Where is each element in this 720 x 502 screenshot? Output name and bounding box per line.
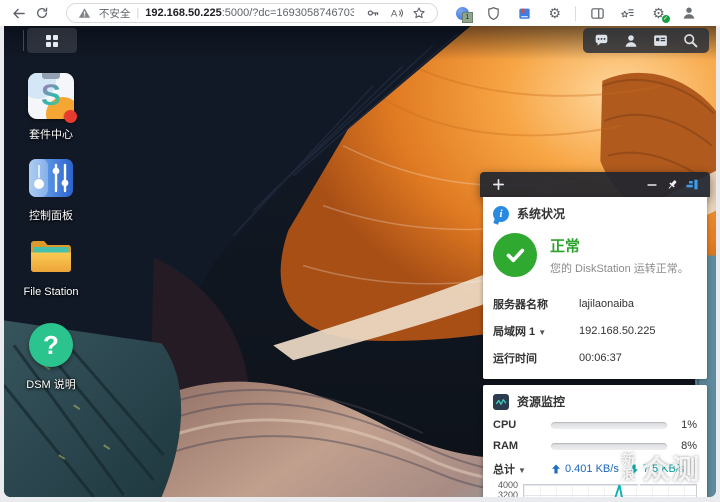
widgets-icon[interactable] [650, 31, 672, 51]
read-aloud-icon[interactable]: A [387, 5, 405, 21]
back-button[interactable] [6, 2, 30, 24]
upload-value: 0.401 KB/s [565, 463, 619, 475]
uptime-row: 运行时间 00:06:37 [493, 351, 622, 365]
url-path: :5000/?dc=1693058746703 [221, 7, 355, 19]
icon-label: 控制面板 [29, 210, 73, 222]
notification-badge [64, 110, 77, 123]
browser-toolbar: 不安全 | 192.168.50.225:5000/?dc=1693058746… [0, 0, 720, 26]
upload-arrow-icon [552, 464, 560, 474]
widget-panel-header [480, 172, 710, 197]
svg-text:A: A [390, 9, 397, 20]
dsm-desktop: S 套件中心 控制面板 File Station ? DSM 说明 i 系统状况… [4, 26, 716, 497]
favorite-star-icon[interactable] [410, 5, 428, 21]
system-health-title: 系统状况 [517, 207, 566, 221]
cpu-percent: 1% [681, 419, 697, 431]
browser-viewport-frame: S 套件中心 控制面板 File Station ? DSM 说明 i 系统状况… [0, 26, 720, 502]
icon-label: File Station [23, 286, 79, 298]
taskbar-divider [23, 30, 24, 51]
search-icon[interactable] [679, 31, 701, 51]
cpu-row: CPU 1% [493, 419, 697, 431]
password-key-icon[interactable] [364, 5, 382, 21]
resource-monitor-title: 资源监控 [517, 395, 566, 409]
desktop-icon-control-panel[interactable]: 控制面板 [12, 154, 90, 223]
profile-avatar[interactable] [679, 3, 699, 23]
lan-row: 局域网 1 ▼ 192.168.50.225 [493, 323, 656, 339]
desktop-icon-package-center[interactable]: S 套件中心 [12, 72, 90, 142]
browser-sync-icon[interactable]: ⚙ ✓ [649, 3, 670, 23]
not-secure-icon [76, 5, 94, 21]
add-widget-button[interactable] [488, 175, 508, 195]
chart-y-axis: 40003200240016008000 [497, 480, 518, 498]
screen: 不安全 | 192.168.50.225:5000/?dc=1693058746… [0, 0, 720, 502]
lan-dropdown[interactable]: 局域网 1 ▼ [493, 323, 579, 339]
desktop-icon-file-station[interactable]: File Station [12, 233, 90, 298]
taskbar-tray [583, 28, 709, 53]
refresh-button[interactable] [30, 2, 54, 24]
extension-gear-icon[interactable]: ⚙ [545, 3, 565, 23]
extension-book-icon[interactable] [514, 3, 534, 23]
address-separator: | [136, 7, 140, 19]
sina-zhongce-watermark: 新浪 众测 [622, 448, 701, 487]
pin-widgets-button[interactable] [662, 175, 682, 195]
extension-shield-icon[interactable] [483, 3, 503, 23]
minimize-widgets-button[interactable] [642, 175, 662, 195]
resource-monitor-icon [493, 393, 509, 410]
favorites-bar-icon[interactable] [618, 3, 638, 23]
desktop-icon-dsm-help[interactable]: ? DSM 说明 [12, 321, 90, 392]
status-text: 正常 [550, 238, 581, 255]
dsm-help-icon: ? [29, 323, 73, 367]
server-name-row: 服务器名称 lajilaonaiba [493, 297, 635, 311]
notifications-icon[interactable] [591, 31, 613, 51]
address-bar[interactable]: 不安全 | 192.168.50.225:5000/?dc=1693058746… [66, 3, 438, 23]
icon-label: DSM 说明 [26, 379, 76, 391]
icon-label: 套件中心 [29, 129, 73, 141]
chevron-down-icon: ▼ [538, 327, 547, 337]
url-host: 192.168.50.225 [145, 7, 222, 19]
sync-ok-badge: ✓ [661, 15, 670, 23]
file-station-icon [27, 233, 75, 281]
extensions-row: 1 ⚙ ⚙ ✓ [438, 3, 714, 23]
toolbar-separator [575, 5, 577, 21]
total-dropdown[interactable]: 总计 ▼ [493, 461, 551, 477]
extension-translate-icon[interactable]: 1 [453, 3, 473, 23]
system-health-widget: i 系统状况 正常 您的 DiskStation 运转正常。 服务器名称 laj… [483, 197, 707, 379]
system-health-icon: i [493, 205, 509, 222]
main-menu-button[interactable] [27, 28, 77, 53]
status-description: 您的 DiskStation 运转正常。 [550, 263, 689, 275]
status-ok-icon [493, 233, 537, 277]
security-label[interactable]: 不安全 [99, 6, 131, 21]
url-text: 192.168.50.225:5000/?dc=1693058746703 [145, 7, 354, 19]
chevron-down-icon: ▼ [518, 466, 526, 475]
dock-graphs-button[interactable] [682, 175, 702, 195]
user-options-icon[interactable] [620, 31, 642, 51]
cpu-progress-bar [551, 421, 667, 429]
split-screen-icon[interactable] [587, 3, 607, 23]
extension-badge: 1 [461, 12, 473, 23]
control-panel-icon [27, 154, 75, 202]
